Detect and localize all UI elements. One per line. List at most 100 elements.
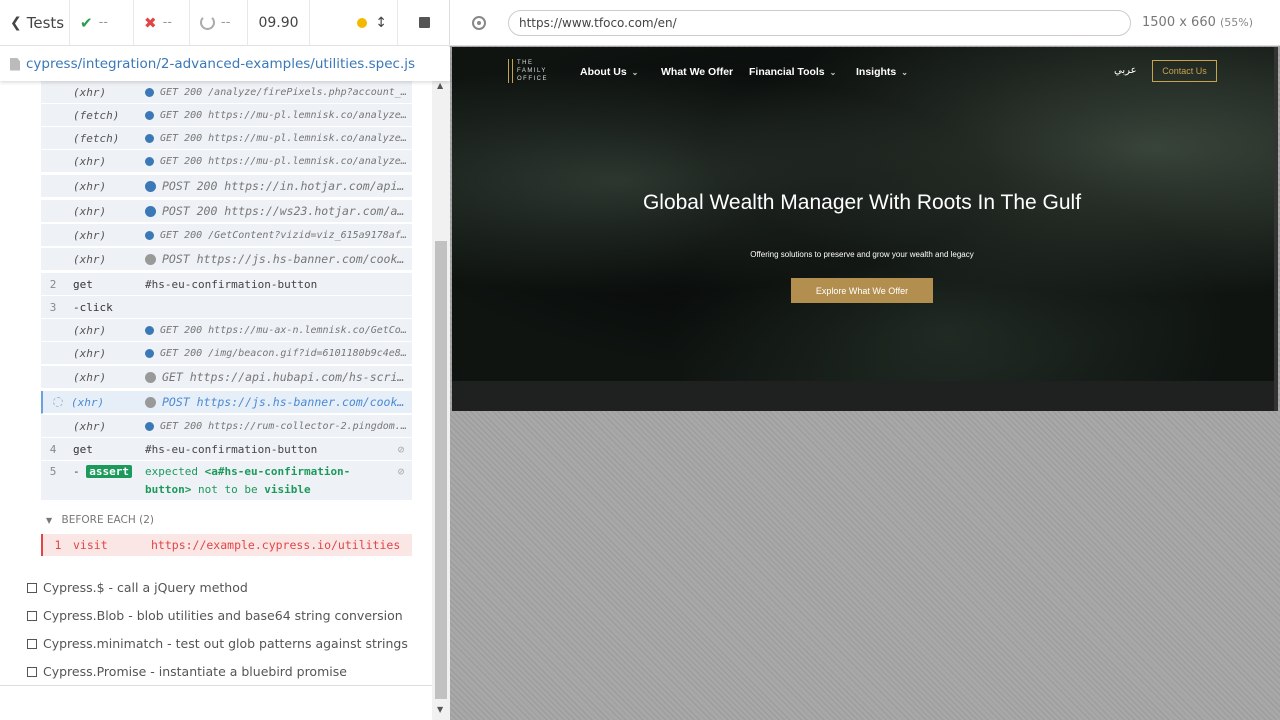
- command-row[interactable]: (fetch) GET 200 https://mu-pl.lemnisk.co…: [41, 127, 412, 150]
- command-message: GET https://api.hubapi.com/hs-scri…: [162, 370, 405, 384]
- chevron-left-icon: ❮: [10, 14, 22, 31]
- command-row[interactable]: (xhr) GET https://api.hubapi.com/hs-scri…: [41, 366, 412, 389]
- test-item[interactable]: Cypress.Blob - blob utilities and base64…: [27, 608, 403, 623]
- status-dot-icon: [145, 156, 154, 166]
- chevron-down-icon: ⌄: [631, 68, 639, 77]
- command-row[interactable]: (xhr) GET 200 /img/beacon.gif?id=6101180…: [41, 342, 412, 365]
- command-name: -click: [73, 300, 113, 314]
- command-row[interactable]: (xhr) POST https://js.hs-banner.com/cook…: [41, 248, 412, 271]
- scroll-down-icon[interactable]: ▼: [437, 705, 443, 714]
- checkbox-icon: [27, 666, 37, 677]
- command-row[interactable]: (xhr) GET 200 https://rum-collector-2.pi…: [41, 415, 412, 438]
- loading-spinner-icon: [53, 397, 63, 407]
- site-navbar: THE FAMILY OFFICE About Us ⌄ What We Offe…: [452, 47, 1276, 97]
- assert-row[interactable]: 5 - assert expected <a#hs-eu-confirmatio…: [41, 461, 412, 501]
- checkbox-icon: [27, 638, 37, 649]
- scroll-thumb[interactable]: [435, 241, 447, 699]
- command-row[interactable]: (fetch) GET 200 https://mu-pl.lemnisk.co…: [41, 104, 412, 127]
- contact-us-button[interactable]: Contact Us: [1152, 60, 1217, 82]
- chevron-down-icon: ⌄: [829, 68, 837, 77]
- running-indicator-icon: [357, 17, 368, 28]
- status-dot-icon: [145, 180, 156, 192]
- command-row[interactable]: 3 -click: [41, 296, 412, 319]
- stop-icon: [418, 17, 430, 28]
- file-icon: [10, 57, 20, 71]
- auto-scroll-icon[interactable]: ↕: [375, 15, 387, 31]
- status-dot-icon: [145, 87, 154, 97]
- pending-circle-icon: [200, 15, 215, 30]
- cross-icon: ✖: [144, 13, 157, 32]
- app-under-test-panel: https://www.tfoco.com/en/ 1500 x 660 (55…: [450, 0, 1280, 720]
- aut-header: https://www.tfoco.com/en/ 1500 x 660 (55…: [450, 0, 1280, 46]
- hero-bottom-band: [452, 381, 1276, 411]
- reporter-scrollbar[interactable]: ▲ ▼: [432, 81, 450, 720]
- command-message: GET 200 https://mu-pl.lemnisk.co/analyze…: [160, 109, 412, 121]
- status-dot-icon: [145, 396, 156, 408]
- hero-title: Global Wealth Manager With Roots In The …: [642, 191, 1082, 214]
- command-name: (fetch): [73, 131, 120, 145]
- explore-offer-button[interactable]: Explore What We Offer: [791, 278, 933, 303]
- check-icon: ✔: [80, 13, 93, 32]
- command-name: (xhr): [71, 395, 105, 409]
- command-name: visit: [73, 538, 108, 552]
- passed-stat: ✔ --: [70, 0, 134, 46]
- eye-slash-icon: ⊘: [397, 465, 405, 478]
- command-row[interactable]: (xhr) GET 200 /analyze/firePixels.php?ac…: [41, 81, 412, 104]
- hero-subtitle: Offering solutions to preserve and grow …: [750, 250, 974, 259]
- nav-about-us[interactable]: About Us ⌄: [580, 66, 638, 78]
- checkbox-icon: [27, 610, 37, 621]
- command-row[interactable]: (xhr) POST 200 https://in.hotjar.com/api…: [41, 175, 412, 198]
- command-row[interactable]: (xhr) GET 200 https://mu-pl.lemnisk.co/a…: [41, 150, 412, 173]
- nav-insights[interactable]: Insights ⌄: [856, 66, 908, 78]
- command-message: GET 200 https://mu-pl.lemnisk.co/analyze…: [160, 155, 412, 167]
- command-message: POST https://js.hs-banner.com/cook…: [162, 252, 405, 266]
- status-dot-icon: [145, 110, 154, 120]
- visit-url: https://example.cypress.io/utilities: [151, 538, 401, 552]
- nav-financial-tools[interactable]: Financial Tools ⌄: [749, 66, 836, 78]
- visit-command-row[interactable]: 1 visit https://example.cypress.io/utili…: [41, 534, 412, 556]
- spec-file-bar[interactable]: cypress/integration/2-advanced-examples/…: [0, 47, 450, 81]
- test-item[interactable]: Cypress.Promise - instantiate a bluebird…: [27, 664, 347, 679]
- command-name: (xhr): [73, 252, 107, 266]
- command-row[interactable]: (xhr) GET 200 /GetContent?vizid=viz_615a…: [41, 224, 412, 247]
- viewport-scale: (55%): [1220, 16, 1254, 29]
- command-name: get: [73, 277, 93, 291]
- status-dot-icon: [145, 133, 154, 143]
- status-dot-icon: [145, 230, 154, 240]
- back-to-tests-button[interactable]: ❮ Tests: [0, 0, 70, 46]
- status-dot-icon: [145, 205, 156, 217]
- viewport-info[interactable]: 1500 x 660 (55%): [1142, 15, 1253, 30]
- status-dot-icon: [145, 325, 154, 335]
- viewport-size: 1500 x 660: [1142, 15, 1216, 30]
- scroll-up-icon[interactable]: ▲: [437, 81, 443, 90]
- command-name: (fetch): [73, 108, 120, 122]
- selector-playground-icon[interactable]: [472, 15, 486, 30]
- command-row[interactable]: 2 get #hs-eu-confirmation-button: [41, 273, 412, 296]
- command-row[interactable]: 4 get #hs-eu-confirmation-button ⊘: [41, 438, 412, 461]
- aut-url-field[interactable]: https://www.tfoco.com/en/: [508, 10, 1131, 36]
- passed-count: --: [98, 15, 108, 30]
- nav-what-we-offer[interactable]: What We Offer: [661, 66, 733, 78]
- site-logo[interactable]: THE FAMILY OFFICE: [508, 59, 548, 83]
- failed-stat: ✖ --: [134, 0, 190, 46]
- logo-mark-icon: [508, 59, 513, 83]
- command-row[interactable]: (xhr) POST 200 https://ws23.hotjar.com/a…: [41, 200, 412, 223]
- test-item[interactable]: Cypress.$ - call a jQuery method: [27, 580, 248, 595]
- caret-down-icon: ▼: [46, 516, 53, 525]
- command-message: GET 200 https://rum-collector-2.pingdom.…: [160, 420, 412, 432]
- command-name: (xhr): [73, 228, 107, 242]
- stop-button[interactable]: [398, 0, 450, 46]
- assert-badge: assert: [86, 465, 132, 478]
- language-switch[interactable]: عربي: [1114, 65, 1137, 76]
- before-each-header[interactable]: ▼ BEFORE EACH (2): [46, 514, 154, 526]
- command-row[interactable]: (xhr) GET 200 https://mu-ax-n.lemnisk.co…: [41, 319, 412, 342]
- command-message: GET 200 /analyze/firePixels.php?account_…: [160, 86, 412, 98]
- command-message: GET 200 /img/beacon.gif?id=6101180b9c4e8…: [160, 347, 412, 359]
- command-message: GET 200 https://mu-ax-n.lemnisk.co/GetCo…: [160, 324, 412, 336]
- command-row-pending[interactable]: (xhr) POST https://js.hs-banner.com/cook…: [41, 391, 412, 414]
- auto-scroll-toggle[interactable]: ↕: [310, 0, 398, 46]
- spec-file-path[interactable]: cypress/integration/2-advanced-examples/…: [26, 56, 415, 72]
- cypress-reporter-panel: ❮ Tests ✔ -- ✖ -- -- 09.90 ↕ cypress/int…: [0, 0, 450, 720]
- failed-count: --: [162, 15, 172, 30]
- test-item[interactable]: Cypress.minimatch - test out glob patter…: [27, 636, 408, 651]
